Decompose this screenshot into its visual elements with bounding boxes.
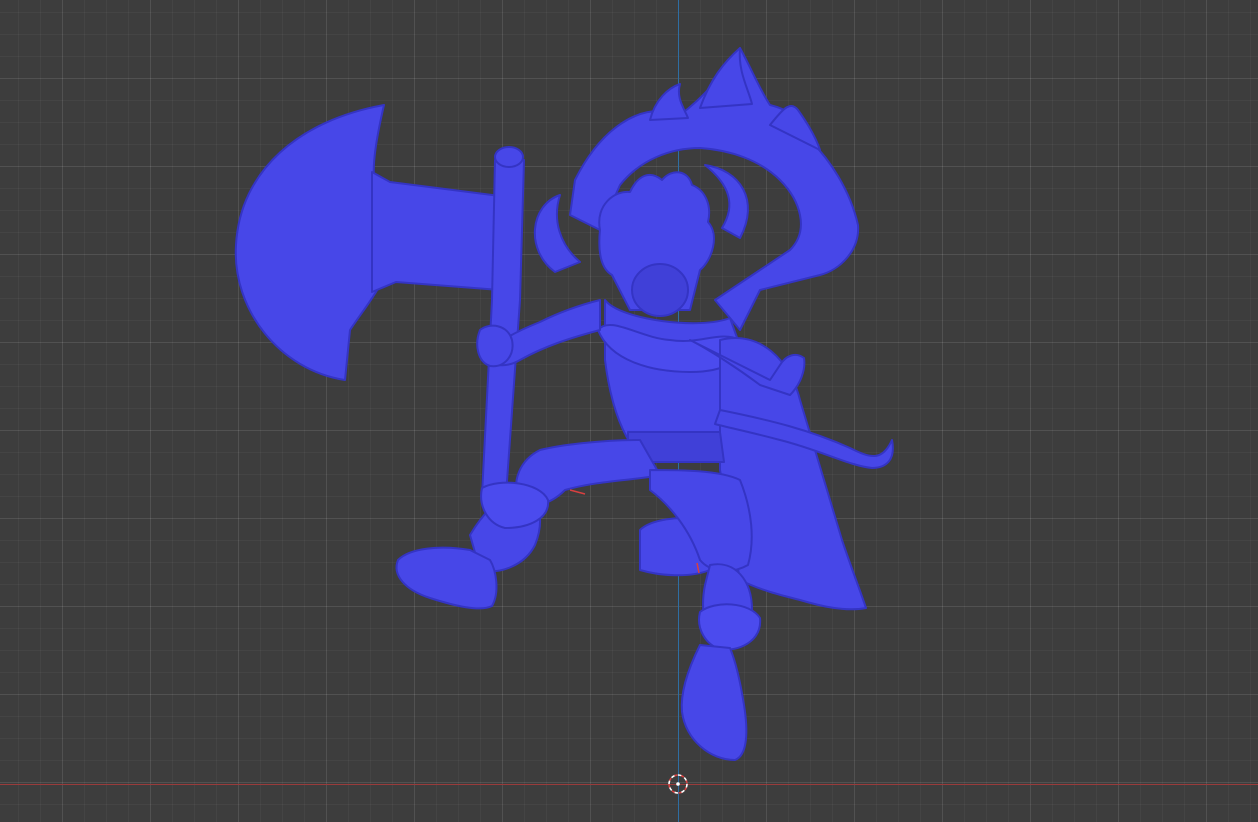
face: [631, 263, 689, 317]
figure-model[interactable]: [0, 0, 1258, 822]
axe-handle-cap: [494, 146, 524, 168]
boot-right: [680, 644, 748, 761]
flame-tip-1: [649, 83, 689, 121]
edge-highlight: [569, 489, 586, 495]
axe-blade: [234, 104, 385, 381]
boot-left: [395, 546, 498, 610]
3d-viewport[interactable]: [0, 0, 1258, 822]
axe-neck: [371, 171, 501, 293]
hand-left: [476, 324, 514, 368]
fur-cuff-right: [698, 603, 762, 651]
3d-cursor-icon[interactable]: [667, 773, 689, 795]
